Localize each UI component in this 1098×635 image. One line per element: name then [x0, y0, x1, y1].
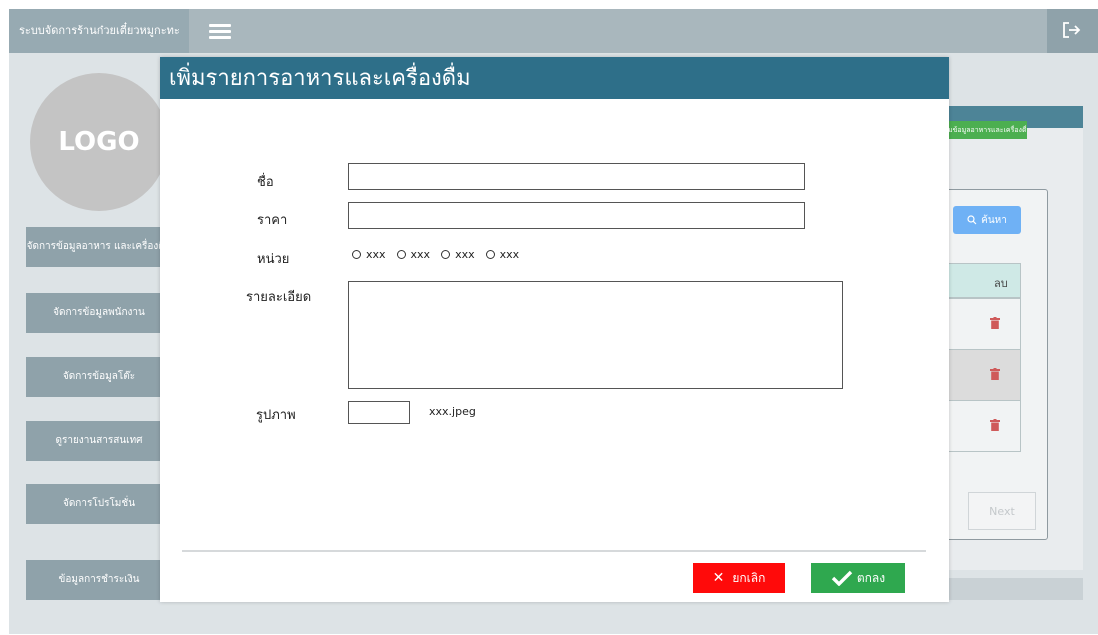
- add-item-button[interactable]: เพิ่มข้อมูลอาหารและเครื่องดื่ม: [941, 121, 1027, 139]
- unit-radio-option[interactable]: xxx: [396, 248, 430, 261]
- search-button[interactable]: ค้นหา: [953, 206, 1021, 234]
- search-icon: [967, 215, 977, 225]
- sidebar-item-reports[interactable]: ดูรายงานสารสนเทศ: [26, 421, 172, 461]
- check-icon: [831, 570, 853, 586]
- price-input[interactable]: [348, 202, 805, 229]
- ok-label: ตกลง: [856, 570, 886, 585]
- delete-column-header: ลบ: [994, 277, 1008, 290]
- image-filename: xxx.jpeg: [429, 405, 476, 418]
- close-icon: ✕: [712, 570, 725, 586]
- ok-button[interactable]: ตกลง: [811, 563, 905, 593]
- image-upload-box[interactable]: [348, 401, 410, 424]
- sidebar-item-promotions[interactable]: จัดการโปรโมชั่น: [26, 484, 172, 524]
- unit-radio-option[interactable]: xxx: [441, 248, 475, 261]
- unit-radio-group: xxx xxx xxx xxx: [352, 248, 530, 261]
- app-title: ระบบจัดการร้านก๋วยเตี๋ยวหมูกะทะ: [9, 9, 189, 53]
- sidebar-item-tables[interactable]: จัดการข้อมูลโต๊ะ: [26, 357, 172, 397]
- unit-label: หน่วย: [257, 252, 290, 267]
- hamburger-menu-icon[interactable]: [209, 24, 231, 40]
- modal-title: เพิ่มรายการอาหารและเครื่องดื่ม: [160, 57, 949, 99]
- trash-icon[interactable]: [990, 419, 1000, 431]
- logout-icon: [1063, 22, 1081, 38]
- trash-icon[interactable]: [990, 317, 1000, 329]
- sidebar-item-food-drinks[interactable]: จัดการข้อมูลอาหาร และเครื่องดื่ม: [26, 227, 172, 267]
- logout-button[interactable]: [1047, 9, 1098, 53]
- unit-radio-option[interactable]: xxx: [352, 248, 386, 261]
- detail-label: รายละเอียด: [246, 290, 312, 305]
- search-label: ค้นหา: [981, 214, 1007, 226]
- price-label: ราคา: [257, 213, 288, 228]
- name-input[interactable]: [348, 163, 805, 190]
- logo: LOGO: [30, 73, 168, 211]
- sidebar-item-employees[interactable]: จัดการข้อมูลพนักงาน: [26, 293, 172, 333]
- unit-radio-option[interactable]: xxx: [485, 248, 519, 261]
- next-page-button[interactable]: Next: [968, 492, 1036, 530]
- sidebar-item-payments[interactable]: ข้อมูลการชำระเงิน: [26, 560, 172, 600]
- detail-textarea[interactable]: [348, 281, 843, 389]
- add-item-modal: เพิ่มรายการอาหารและเครื่องดื่ม ชื่อ ราคา…: [160, 57, 949, 602]
- trash-icon[interactable]: [990, 368, 1000, 380]
- cancel-label: ยกเลิก: [732, 570, 766, 585]
- top-bar: ระบบจัดการร้านก๋วยเตี๋ยวหมูกะทะ: [9, 9, 1098, 53]
- cancel-button[interactable]: ✕ ยกเลิก: [693, 563, 785, 593]
- modal-divider: [182, 550, 926, 552]
- name-label: ชื่อ: [257, 175, 274, 190]
- image-label: รูปภาพ: [256, 408, 296, 423]
